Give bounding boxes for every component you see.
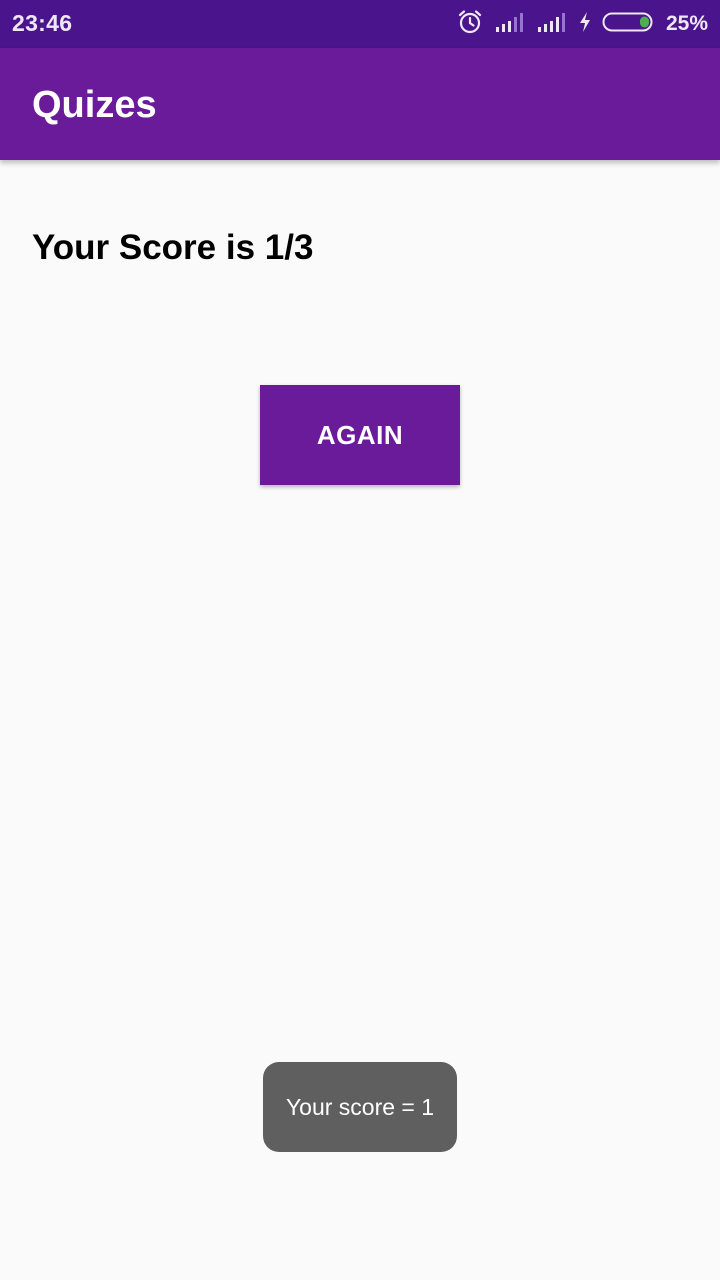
- status-time: 23:46: [12, 10, 73, 36]
- charging-icon: [578, 11, 592, 38]
- status-bar: 23:46 25%: [0, 0, 720, 48]
- signal-icon: [536, 11, 568, 38]
- status-icons: 25%: [456, 9, 708, 39]
- signal-icon: [494, 11, 526, 38]
- alarm-icon: [456, 8, 484, 41]
- app-title: Quizes: [32, 84, 157, 126]
- score-text: Your Score is 1/3: [32, 228, 314, 267]
- battery-icon: [602, 11, 656, 38]
- again-button[interactable]: AGAIN: [260, 385, 460, 485]
- battery-percent: 25%: [665, 12, 708, 35]
- toast-message: Your score = 1: [263, 1062, 457, 1152]
- app-bar: Quizes: [0, 48, 720, 160]
